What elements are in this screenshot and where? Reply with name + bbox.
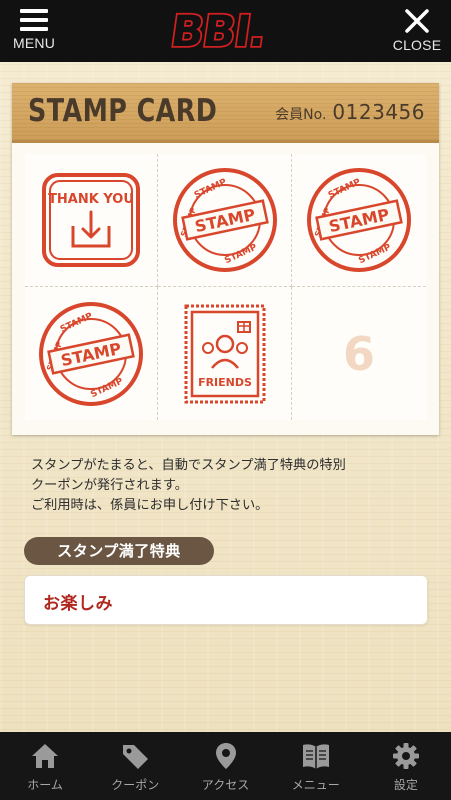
nav-menu[interactable]: メニュー [271, 732, 361, 800]
svg-text:STAMP: STAMP [59, 311, 95, 335]
member-number-value: 0123456 [332, 100, 425, 124]
close-icon [405, 9, 429, 33]
empty-slot-number: 6 [342, 326, 375, 381]
menu-label: MENU [12, 35, 56, 51]
book-icon [302, 744, 329, 769]
stamp-seal-icon: STAMP STAMP STAMP STAMP [172, 168, 277, 272]
member-number: 会員No. 0123456 [275, 100, 425, 124]
close-label: CLOSE [392, 37, 442, 53]
stamp-slot-3: STAMP STAMP STAMP STAMP [292, 154, 426, 287]
stamp-grid: THANK YOU STAMP STAMP STAMP STAMP STAMP … [25, 154, 426, 420]
nav-settings-label: 設定 [393, 778, 418, 792]
map-pin-icon [215, 743, 236, 769]
nav-access[interactable]: アクセス [180, 732, 270, 800]
hamburger-icon [20, 9, 48, 31]
nav-coupon[interactable]: クーポン [90, 732, 180, 800]
nav-access-label: アクセス [201, 778, 250, 792]
logo-text: BBI. [168, 7, 269, 57]
stamp-slot-1: THANK YOU [25, 154, 158, 287]
nav-coupon-label: クーポン [111, 778, 160, 792]
svg-text:STAMP: STAMP [327, 177, 363, 201]
stamp-slot-5: FRIENDS [158, 287, 292, 420]
description-line: ご利用時は、係員にお申し付け下さい。 [31, 498, 269, 513]
reward-section-label: スタンプ満了特典 [24, 537, 214, 565]
menu-button[interactable]: MENU [4, 8, 64, 58]
nav-menu-label: メニュー [291, 778, 340, 792]
friends-text: FRIENDS [198, 376, 252, 389]
stamp-seal-icon: STAMP STAMP STAMP STAMP [307, 168, 411, 272]
member-label: 会員No. [275, 107, 327, 123]
app-header: MENU BBI. CLOSE [0, 0, 451, 62]
stamp-card: STAMP CARD 会員No. 0123456 THANK YOU STAMP … [12, 83, 439, 435]
reward-box: お楽しみ [24, 575, 428, 625]
stamp-slot-2: STAMP STAMP STAMP STAMP [158, 154, 292, 287]
gear-icon [392, 743, 419, 769]
description-line: スタンプがたまると、自動でスタンプ満了特典の特別 [31, 458, 346, 473]
stamp-card-header: STAMP CARD 会員No. 0123456 [12, 83, 439, 143]
stamp-seal-icon: STAMP STAMP STAMP STAMP [39, 301, 143, 406]
home-icon [32, 744, 59, 768]
stamp-slot-6: 6 [292, 287, 426, 420]
svg-text:STAMP: STAMP [192, 177, 228, 201]
stamp-description: スタンプがたまると、自動でスタンプ満了特典の特別 クーポンが発行されます。 ご利… [31, 456, 431, 516]
friends-stamp-icon: FRIENDS [184, 304, 265, 403]
description-line: クーポンが発行されます。 [31, 478, 188, 493]
tag-icon [123, 745, 149, 769]
stamp-slot-4: STAMP STAMP STAMP STAMP [25, 287, 158, 420]
nav-home[interactable]: ホーム [0, 732, 90, 800]
brand-logo[interactable]: BBI. [163, 5, 289, 58]
nav-home-label: ホーム [27, 778, 63, 792]
thank-you-stamp-icon: THANK YOU [42, 173, 140, 267]
bottom-nav: ホーム クーポン アクセス メニュー 設定 [0, 732, 451, 800]
reward-value: お楽しみ [43, 594, 113, 614]
thank-you-text: THANK YOU [48, 192, 134, 207]
stamp-card-title: STAMP CARD [28, 93, 218, 129]
close-button[interactable]: CLOSE [387, 8, 447, 58]
nav-settings[interactable]: 設定 [361, 732, 451, 800]
